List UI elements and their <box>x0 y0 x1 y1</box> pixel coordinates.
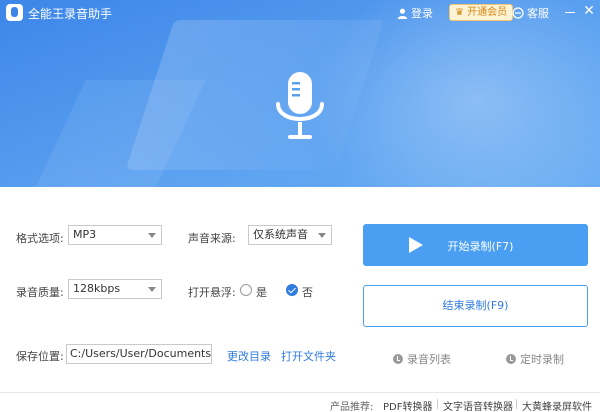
float-yes-label: 是 <box>256 286 267 299</box>
app-title: 全能王录音助手 <box>28 7 113 21</box>
format-select[interactable]: MP3 <box>68 225 162 245</box>
divider <box>516 399 517 409</box>
change-dir-link[interactable]: 更改目录 <box>227 348 271 364</box>
headset-icon <box>512 7 524 19</box>
product-link-tts[interactable]: 文字语音转换器 <box>443 398 513 412</box>
save-path-input[interactable]: C:/Users/User/Documents/360 <box>66 344 212 364</box>
float-yes-radio[interactable] <box>240 284 252 296</box>
recommend-label: 产品推荐: <box>330 402 374 412</box>
microphone-icon <box>276 72 324 139</box>
quality-value: 128kbps <box>73 282 121 295</box>
format-label: 格式选项: <box>16 232 64 245</box>
record-list-link[interactable]: 录音列表 <box>393 351 451 367</box>
source-value: 仅系统声音 <box>253 228 308 241</box>
timed-record-label: 定时录制 <box>520 353 564 366</box>
quality-select[interactable]: 128kbps <box>68 279 162 299</box>
source-select[interactable]: 仅系统声音 <box>248 225 332 245</box>
login-button[interactable]: 登录 <box>397 5 433 21</box>
support-button[interactable]: 客服 <box>512 5 549 21</box>
chevron-down-icon <box>148 287 156 292</box>
record-list-label: 录音列表 <box>407 353 451 366</box>
float-no-label: 否 <box>302 286 313 299</box>
float-label: 打开悬浮: <box>188 286 236 299</box>
login-label: 登录 <box>411 7 433 20</box>
save-location-label: 保存位置: <box>16 350 64 363</box>
clock-icon <box>393 354 403 364</box>
user-icon <box>397 8 408 19</box>
vip-label: 开通会员 <box>467 7 508 18</box>
minimize-button[interactable] <box>562 4 578 20</box>
product-link-pdf[interactable]: PDF转换器 <box>383 398 432 412</box>
app-logo-icon <box>6 4 23 21</box>
divider <box>437 399 438 409</box>
vip-button[interactable]: ♛ 开通会员 <box>449 4 514 21</box>
chevron-down-icon <box>318 233 326 238</box>
quality-label: 录音质量: <box>16 286 64 299</box>
stop-record-button[interactable]: 结束录制(F9) <box>363 285 588 327</box>
float-no-radio[interactable] <box>286 284 298 296</box>
chevron-down-icon <box>148 233 156 238</box>
footer-bar: 产品推荐: PDF转换器 文字语音转换器 大黄蜂录屏软件 <box>0 392 600 412</box>
format-value: MP3 <box>73 228 97 241</box>
open-folder-link[interactable]: 打开文件夹 <box>281 348 336 364</box>
banner-decoration-2 <box>34 80 206 187</box>
vip-crown-icon: ♛ <box>455 7 464 18</box>
product-link-recorder[interactable]: 大黄蜂录屏软件 <box>522 398 592 412</box>
header-banner: 全能王录音助手 登录 ♛ 开通会员 客服 ✕ <box>0 0 600 187</box>
source-label: 声音来源: <box>188 232 236 245</box>
timed-record-link[interactable]: 定时录制 <box>506 351 564 367</box>
support-label: 客服 <box>527 7 549 20</box>
start-record-label: 开始录制(F7) <box>447 240 514 253</box>
title-bar: 全能王录音助手 登录 ♛ 开通会员 客服 ✕ <box>0 0 600 26</box>
timer-icon <box>506 354 516 364</box>
start-record-button[interactable]: 开始录制(F7) <box>363 224 588 266</box>
close-button[interactable]: ✕ <box>582 3 596 19</box>
